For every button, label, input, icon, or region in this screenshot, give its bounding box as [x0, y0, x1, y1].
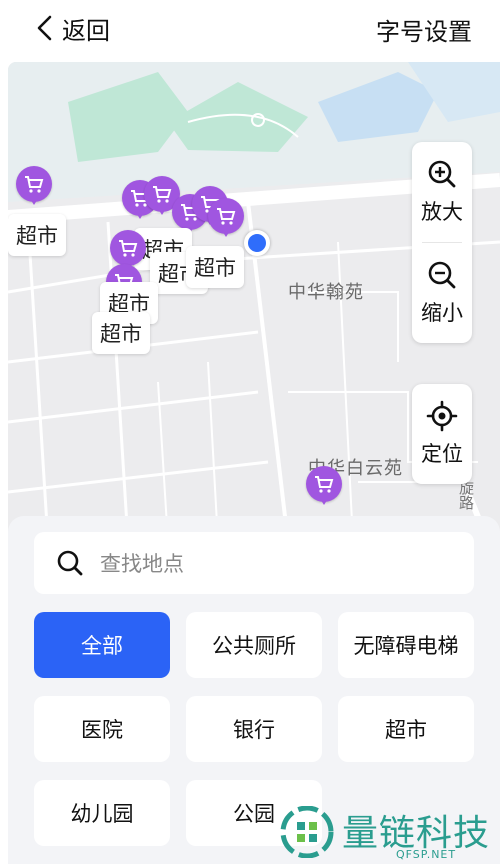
category-supermarket[interactable]: 超市 [338, 696, 474, 762]
area-label: 中华翰苑 [288, 282, 364, 303]
category-accessible-elevator[interactable]: 无障碍电梯 [338, 612, 474, 678]
watermark-logo [280, 806, 334, 858]
current-location-marker [244, 230, 270, 256]
road-label: 旋路 [457, 480, 475, 510]
zoom-in-label: 放大 [421, 200, 463, 224]
search-icon [57, 550, 83, 576]
poi-label[interactable]: 超市 [92, 312, 150, 354]
supermarket-pin[interactable] [306, 466, 342, 510]
poi-label[interactable]: 超市 [186, 246, 244, 288]
locate-control: 定位 [412, 384, 472, 484]
locate-icon [426, 400, 458, 432]
shopping-cart-icon [25, 176, 44, 193]
shopping-cart-icon [153, 186, 172, 203]
category-kindergarten[interactable]: 幼儿园 [34, 780, 170, 846]
back-label: 返回 [62, 16, 110, 45]
shopping-cart-icon [315, 476, 334, 493]
zoom-in-button[interactable]: 放大 [412, 142, 472, 242]
locate-button[interactable]: 定位 [412, 384, 472, 484]
chevron-left-icon [37, 15, 52, 41]
font-size-setting-button[interactable]: 字号设置 [376, 12, 472, 47]
category-bank[interactable]: 银行 [186, 696, 322, 762]
shopping-cart-icon [217, 208, 236, 225]
top-bar: 返回 字号设置 [0, 0, 500, 62]
category-hospital[interactable]: 医院 [34, 696, 170, 762]
category-all[interactable]: 全部 [34, 612, 170, 678]
supermarket-pin[interactable] [16, 166, 52, 210]
search-input[interactable]: 查找地点 [34, 532, 474, 594]
back-button[interactable]: 返回 [34, 12, 110, 45]
zoom-out-label: 缩小 [421, 301, 463, 325]
watermark: 量链科技 QFSP.NET [280, 800, 500, 864]
search-placeholder: 查找地点 [100, 552, 184, 576]
watermark-subtitle: QFSP.NET [396, 848, 457, 861]
zoom-controls: 放大 缩小 [412, 142, 472, 343]
locate-label: 定位 [421, 442, 463, 466]
zoom-in-icon [428, 160, 456, 188]
zoom-out-icon [428, 261, 456, 289]
zoom-out-button[interactable]: 缩小 [412, 243, 472, 343]
supermarket-pin[interactable] [208, 198, 244, 242]
category-public-toilet[interactable]: 公共厕所 [186, 612, 322, 678]
poi-label[interactable]: 超市 [8, 214, 66, 256]
shopping-cart-icon [119, 240, 138, 257]
